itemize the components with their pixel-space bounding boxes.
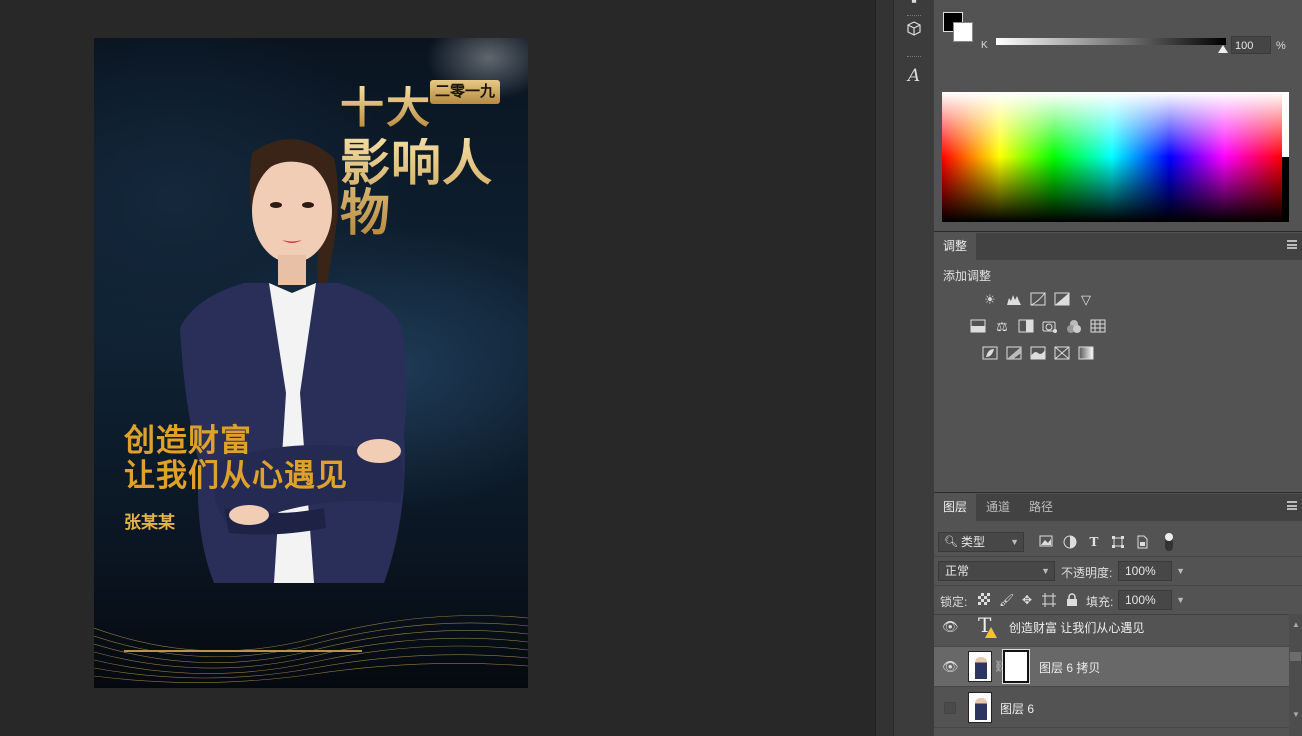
filter-type-layers-icon[interactable]: T bbox=[1087, 535, 1101, 549]
adjustments-panel-menu-icon[interactable] bbox=[1287, 240, 1297, 249]
lock-transparent-pixels-icon[interactable] bbox=[977, 593, 991, 607]
gold-wave-decoration bbox=[94, 615, 528, 683]
layers-tab-bar: 图层 通道 路径 bbox=[934, 494, 1302, 521]
visibility-eye-icon[interactable]: 👁︎ bbox=[942, 619, 959, 635]
curves-icon[interactable] bbox=[1030, 292, 1046, 308]
chevron-down-icon[interactable]: ▼ bbox=[1176, 562, 1185, 580]
layer-name[interactable]: 图层 6 拷贝 bbox=[1039, 659, 1100, 676]
poster-slogan-line-1: 创造财富 bbox=[124, 423, 252, 459]
vibrance-icon[interactable]: ▽ bbox=[1078, 292, 1094, 308]
layer-filter-kind-label: 类型 bbox=[961, 535, 986, 549]
poster-person-name: 张某某 bbox=[124, 513, 175, 533]
dock-grip[interactable] bbox=[907, 15, 921, 19]
tab-adjustments[interactable]: 调整 bbox=[934, 233, 977, 260]
layer-row-text[interactable]: 👁︎ T 创造财富 让我们从心遇见 bbox=[934, 607, 1289, 647]
chevron-down-icon: ▼ bbox=[1041, 566, 1050, 576]
selective-color-icon[interactable] bbox=[1054, 346, 1070, 362]
add-adjustment-label: 添加调整 bbox=[943, 269, 992, 283]
lock-artboard-icon[interactable] bbox=[1042, 593, 1056, 607]
invert-icon[interactable] bbox=[982, 346, 998, 362]
poster-slogan-line-2: 让我们从心遇见 bbox=[124, 458, 348, 494]
filter-toggle-switch[interactable] bbox=[1162, 532, 1176, 551]
background-color-swatch[interactable] bbox=[953, 22, 973, 42]
visibility-eye-icon[interactable]: 👁︎ bbox=[942, 659, 959, 675]
layers-panel-menu-icon[interactable] bbox=[1287, 501, 1297, 510]
hue-saturation-icon[interactable] bbox=[970, 319, 986, 335]
opacity-value: 100% bbox=[1125, 564, 1156, 578]
canvas-vertical-scrollbar[interactable] bbox=[875, 0, 894, 736]
layer-name[interactable]: 创造财富 让我们从心遇见 bbox=[1009, 619, 1144, 636]
tab-channels[interactable]: 通道 bbox=[977, 494, 1019, 521]
black-white-icon[interactable] bbox=[1018, 319, 1034, 335]
k-channel-label: K bbox=[981, 40, 988, 51]
color-balance-icon[interactable]: ⚖ bbox=[994, 319, 1010, 335]
chevron-down-icon: ▼ bbox=[1010, 537, 1019, 547]
blend-mode-label: 正常 bbox=[945, 564, 970, 578]
fill-value: 100% bbox=[1125, 593, 1156, 607]
layer-thumbnail bbox=[968, 692, 992, 723]
brightness-contrast-icon[interactable]: ☀ bbox=[982, 292, 998, 308]
color-lookup-icon[interactable] bbox=[1090, 319, 1106, 335]
k-value-field[interactable]: 100 bbox=[1231, 36, 1271, 54]
lock-image-pixels-icon[interactable]: 🖌︎ bbox=[999, 593, 1014, 607]
search-icon: 🔍︎ bbox=[944, 536, 958, 548]
gold-divider-line bbox=[124, 650, 362, 652]
layer-name[interactable]: 图层 6 bbox=[1000, 700, 1034, 717]
adjustments-tab-bar: 调整 bbox=[934, 233, 1302, 260]
poster-artboard[interactable]: 二零一九 十大 影响人物 创造财富 让我们从心遇见 张某某 bbox=[94, 38, 528, 688]
k-percent-unit: % bbox=[1276, 40, 1286, 52]
character-type-icon[interactable]: A bbox=[900, 63, 928, 89]
dock-grip[interactable] bbox=[907, 56, 921, 60]
visibility-toggle-off[interactable] bbox=[944, 702, 956, 714]
posterize-icon[interactable] bbox=[1006, 346, 1022, 362]
scroll-down-arrow-icon[interactable]: ▼ bbox=[1292, 710, 1300, 719]
tab-paths[interactable]: 路径 bbox=[1020, 494, 1062, 521]
color-spectrum-ramp[interactable] bbox=[942, 92, 1282, 222]
poster-title-line-1: 十大 bbox=[340, 82, 432, 133]
warning-icon bbox=[985, 627, 997, 638]
photo-filter-icon[interactable] bbox=[1042, 319, 1058, 335]
scroll-thumb[interactable] bbox=[1290, 652, 1301, 661]
opacity-input[interactable]: 100% ▼ bbox=[1118, 561, 1185, 581]
filter-pixel-layers-icon[interactable] bbox=[1039, 535, 1053, 549]
levels-icon[interactable] bbox=[1006, 292, 1022, 308]
3d-object-icon[interactable] bbox=[900, 20, 928, 46]
lock-all-icon[interactable] bbox=[1065, 593, 1079, 607]
document-canvas-area[interactable]: 二零一九 十大 影响人物 创造财富 让我们从心遇见 张某某 bbox=[0, 0, 875, 736]
threshold-icon[interactable] bbox=[1030, 346, 1046, 362]
tab-layers[interactable]: 图层 bbox=[934, 494, 977, 521]
gradient-map-icon[interactable] bbox=[1078, 346, 1094, 362]
lock-position-icon[interactable]: ✥ bbox=[1020, 593, 1034, 607]
filter-shape-layers-icon[interactable] bbox=[1111, 535, 1125, 549]
year-badge: 二零一九 bbox=[430, 80, 500, 104]
collapsed-panel-dock: ▪ A bbox=[893, 0, 935, 736]
exposure-icon[interactable] bbox=[1054, 292, 1070, 308]
layers-scrollbar[interactable]: ▲ ▼ bbox=[1289, 614, 1302, 736]
history-icon[interactable]: ▪ bbox=[900, 0, 928, 14]
layer-filter-kind-select[interactable]: 🔍︎ 类型 ▼ bbox=[938, 532, 1024, 552]
channel-mixer-icon[interactable] bbox=[1066, 319, 1082, 335]
opacity-label: 不透明度: bbox=[1061, 566, 1113, 580]
blend-mode-select[interactable]: 正常 ▼ bbox=[938, 561, 1055, 581]
scroll-up-arrow-icon[interactable]: ▲ bbox=[1292, 620, 1300, 629]
k-slider-thumb[interactable] bbox=[1218, 45, 1228, 53]
black-white-ramp[interactable] bbox=[1282, 92, 1289, 222]
k-channel-slider[interactable] bbox=[996, 38, 1226, 45]
poster-title-line-2: 影响人物 bbox=[340, 138, 528, 238]
layer-thumbnail bbox=[968, 651, 992, 682]
layer-row[interactable]: 图层 6 bbox=[934, 688, 1289, 728]
layer-row-selected[interactable]: 👁︎ ⛓ 图层 6 拷贝 bbox=[934, 647, 1289, 687]
filter-smart-objects-icon[interactable] bbox=[1135, 535, 1149, 549]
filter-adjustment-layers-icon[interactable] bbox=[1063, 535, 1077, 549]
right-panels: K 100 % 调整 添加调整 ☀ ▽ ⚖ 图层 通道 路径 🔍︎ 类型 ▼ T… bbox=[934, 0, 1302, 736]
layer-mask-thumbnail[interactable] bbox=[1002, 649, 1030, 684]
